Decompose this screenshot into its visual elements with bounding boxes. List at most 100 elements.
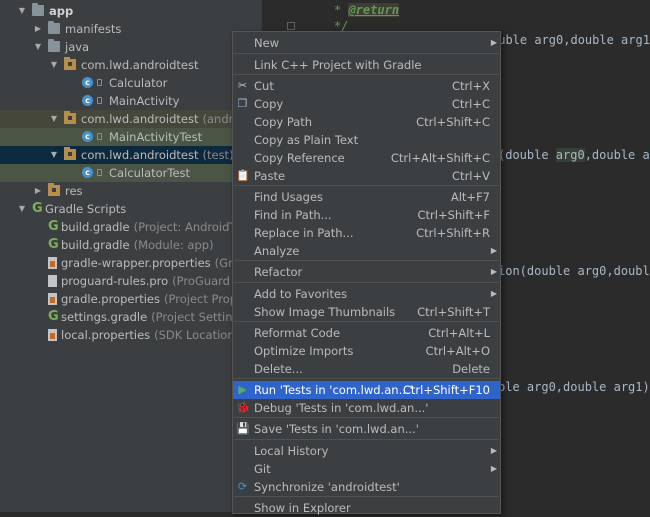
menu-item-cut[interactable]: ✂ Cut Ctrl+X xyxy=(233,77,500,95)
menu-item-local-history[interactable]: Local History ▶ xyxy=(233,442,500,460)
menu-item-shortcut: Ctrl+Shift+F10 xyxy=(402,383,490,397)
doc-comment-line: * @return xyxy=(334,3,400,17)
tree-row-com-lwd-androidtest[interactable]: ▼com.lwd.androidtest(androidTest) xyxy=(0,110,262,128)
menu-item-new[interactable]: New ▶ xyxy=(233,34,500,52)
tree-row-mainactivity[interactable]: c MainActivity xyxy=(0,92,262,110)
expand-arrow-right-icon[interactable]: ▶ xyxy=(34,182,42,200)
debug-icon: 🐞 xyxy=(236,401,250,414)
sync-icon: ⟳ xyxy=(237,480,248,493)
tree-row-build-gradle[interactable]: Gbuild.gradle (Project: AndroidTest) xyxy=(0,218,262,236)
tree-row-calculator[interactable]: c Calculator xyxy=(0,74,262,92)
menu-item-optimize-imports[interactable]: Optimize Imports Ctrl+Alt+O xyxy=(233,342,500,360)
tree-row-com-lwd-androidtest[interactable]: ▼ com.lwd.androidtest xyxy=(0,56,262,74)
menu-item-shortcut: Ctrl+C xyxy=(451,97,490,111)
tree-label-text: Calculator xyxy=(109,76,168,90)
submenu-arrow-icon: ▶ xyxy=(490,446,497,455)
menu-item-link-c-project-with-gradle[interactable]: Link C++ Project with Gradle xyxy=(233,56,500,74)
menu-item-label: Optimize Imports xyxy=(254,344,354,358)
tree-row-label: com.lwd.androidtest (test) xyxy=(81,146,234,164)
menu-item-synchronize-androidtest[interactable]: ⟳ Synchronize 'androidtest' xyxy=(233,478,500,496)
tree-row-gradle-properties[interactable]: gradle.properties (Project Properties xyxy=(0,290,262,308)
menu-item-replace-in-path[interactable]: Replace in Path... Ctrl+Shift+R xyxy=(233,224,500,242)
menu-item-add-to-favorites[interactable]: Add to Favorites ▶ xyxy=(233,285,500,303)
expand-arrow-down-icon[interactable]: ▼ xyxy=(50,110,58,128)
tree-label-text: MainActivityTest xyxy=(109,130,203,144)
menu-item-save-tests-in-com-lwd-an[interactable]: 💾 Save 'Tests in 'com.lwd.an...' xyxy=(233,420,500,438)
expand-arrow-down-icon[interactable]: ▼ xyxy=(18,200,26,218)
menu-item-label: Delete... xyxy=(254,362,303,376)
tree-label-detail: (SDK Location) xyxy=(154,328,240,342)
menu-item-label: Run 'Tests in 'com.lwd.an...' xyxy=(254,383,413,397)
lock-icon xyxy=(97,79,102,86)
tree-row-local-properties[interactable]: local.properties (SDK Location) xyxy=(0,326,262,344)
expand-arrow-down-icon[interactable]: ▼ xyxy=(18,2,26,20)
tree-label-text: com.lwd.androidtest xyxy=(81,148,199,162)
expand-arrow-right-icon[interactable]: ▶ xyxy=(34,20,42,38)
tree-row-res[interactable]: ▶ res xyxy=(0,182,262,200)
copy-icon: ❐ xyxy=(237,97,248,110)
menu-separator xyxy=(234,439,499,440)
class-icon: c xyxy=(82,95,93,106)
res-folder-icon xyxy=(48,183,60,196)
tree-row-build-gradle[interactable]: Gbuild.gradle (Module: app) xyxy=(0,236,262,254)
menu-separator xyxy=(234,496,499,497)
tree-row-manifests[interactable]: ▶ manifests xyxy=(0,20,262,38)
tree-row-label: build.gradle (Project: AndroidTest) xyxy=(61,218,257,236)
menu-item-show-in-explorer[interactable]: Show in Explorer xyxy=(233,499,500,517)
menu-item-label: Show Image Thumbnails xyxy=(254,305,396,319)
tree-label-text: app xyxy=(49,4,74,18)
submenu-arrow-icon: ▶ xyxy=(490,289,497,298)
tree-row-label: java xyxy=(65,38,89,56)
expand-arrow-down-icon[interactable]: ▼ xyxy=(50,146,58,164)
menu-item-paste[interactable]: 📋 Paste Ctrl+V xyxy=(233,167,500,185)
tree-row-label: MainActivityTest xyxy=(109,128,202,146)
menu-item-shortcut: Ctrl+Shift+C xyxy=(416,115,490,129)
menu-item-refactor[interactable]: Refactor ▶ xyxy=(233,263,500,281)
menu-item-analyze[interactable]: Analyze ▶ xyxy=(233,242,500,260)
tree-row-java[interactable]: ▼ java xyxy=(0,38,262,56)
menu-item-copy[interactable]: ❐ Copy Ctrl+C xyxy=(233,95,500,113)
tree-row-label: MainActivity xyxy=(109,92,179,110)
menu-item-git[interactable]: Git ▶ xyxy=(233,460,500,478)
menu-item-shortcut: Ctrl+Alt+L xyxy=(428,326,490,340)
menu-separator xyxy=(234,282,499,283)
menu-item-copy-reference[interactable]: Copy Reference Ctrl+Alt+Shift+C xyxy=(233,149,500,167)
menu-item-shortcut: Ctrl+Shift+F xyxy=(417,208,491,222)
menu-item-show-image-thumbnails[interactable]: Show Image Thumbnails Ctrl+Shift+T xyxy=(233,303,500,321)
menu-item-copy-as-plain-text[interactable]: Copy as Plain Text xyxy=(233,131,500,149)
menu-item-shortcut: Ctrl+X xyxy=(452,79,490,93)
tree-row-app[interactable]: ▼ app xyxy=(0,2,262,20)
menu-item-delete[interactable]: Delete... Delete xyxy=(233,360,500,378)
menu-item-reformat-code[interactable]: Reformat Code Ctrl+Alt+L xyxy=(233,324,500,342)
menu-item-shortcut: Ctrl+Alt+O xyxy=(425,344,490,358)
menu-item-run-tests-in-com-lwd-an[interactable]: ▶ Run 'Tests in 'com.lwd.an...' Ctrl+Shift… xyxy=(233,381,500,399)
module-folder-icon xyxy=(32,3,44,16)
menu-item-label: Find in Path... xyxy=(254,208,332,222)
tree-row-gradle-wrapper-properties[interactable]: gradle-wrapper.properties(Gradle V xyxy=(0,254,262,272)
tree-row-proguard-rules-pro[interactable]: proguard-rules.pro (ProGuard Rules xyxy=(0,272,262,290)
lock-icon xyxy=(97,133,102,140)
tree-row-gradle-scripts[interactable]: ▼ G Gradle Scripts xyxy=(0,200,262,218)
menu-item-debug-tests-in-com-lwd-an[interactable]: 🐞 Debug 'Tests in 'com.lwd.an...' xyxy=(233,399,500,417)
submenu-arrow-icon: ▶ xyxy=(490,464,497,473)
tree-row-label: CalculatorTest xyxy=(109,164,190,182)
tree-row-settings-gradle[interactable]: Gsettings.gradle (Project Settings) xyxy=(0,308,262,326)
tree-label-detail: (Module: app) xyxy=(133,238,214,252)
tree-row-mainactivitytest[interactable]: c MainActivityTest xyxy=(0,128,262,146)
package-icon xyxy=(64,57,76,70)
gradle-icon: G xyxy=(48,309,59,324)
tree-row-com-lwd-androidtest[interactable]: ▼ com.lwd.androidtest (test) xyxy=(0,146,262,164)
menu-item-label: Save 'Tests in 'com.lwd.an...' xyxy=(254,422,419,436)
expand-arrow-down-icon[interactable]: ▼ xyxy=(50,56,58,74)
expand-arrow-down-icon[interactable]: ▼ xyxy=(34,38,42,56)
menu-item-label: Find Usages xyxy=(254,190,324,204)
tree-row-calculatortest[interactable]: c CalculatorTest xyxy=(0,164,262,182)
menu-item-find-usages[interactable]: Find Usages Alt+F7 xyxy=(233,188,500,206)
gradle-icon: G xyxy=(32,201,43,216)
menu-item-shortcut: Ctrl+Alt+Shift+C xyxy=(390,151,490,165)
menu-item-find-in-path[interactable]: Find in Path... Ctrl+Shift+F xyxy=(233,206,500,224)
fold-marker-icon[interactable] xyxy=(287,22,295,30)
test-class-icon: c xyxy=(82,131,93,142)
tree-label-text: build.gradle xyxy=(61,220,130,234)
menu-item-copy-path[interactable]: Copy Path Ctrl+Shift+C xyxy=(233,113,500,131)
